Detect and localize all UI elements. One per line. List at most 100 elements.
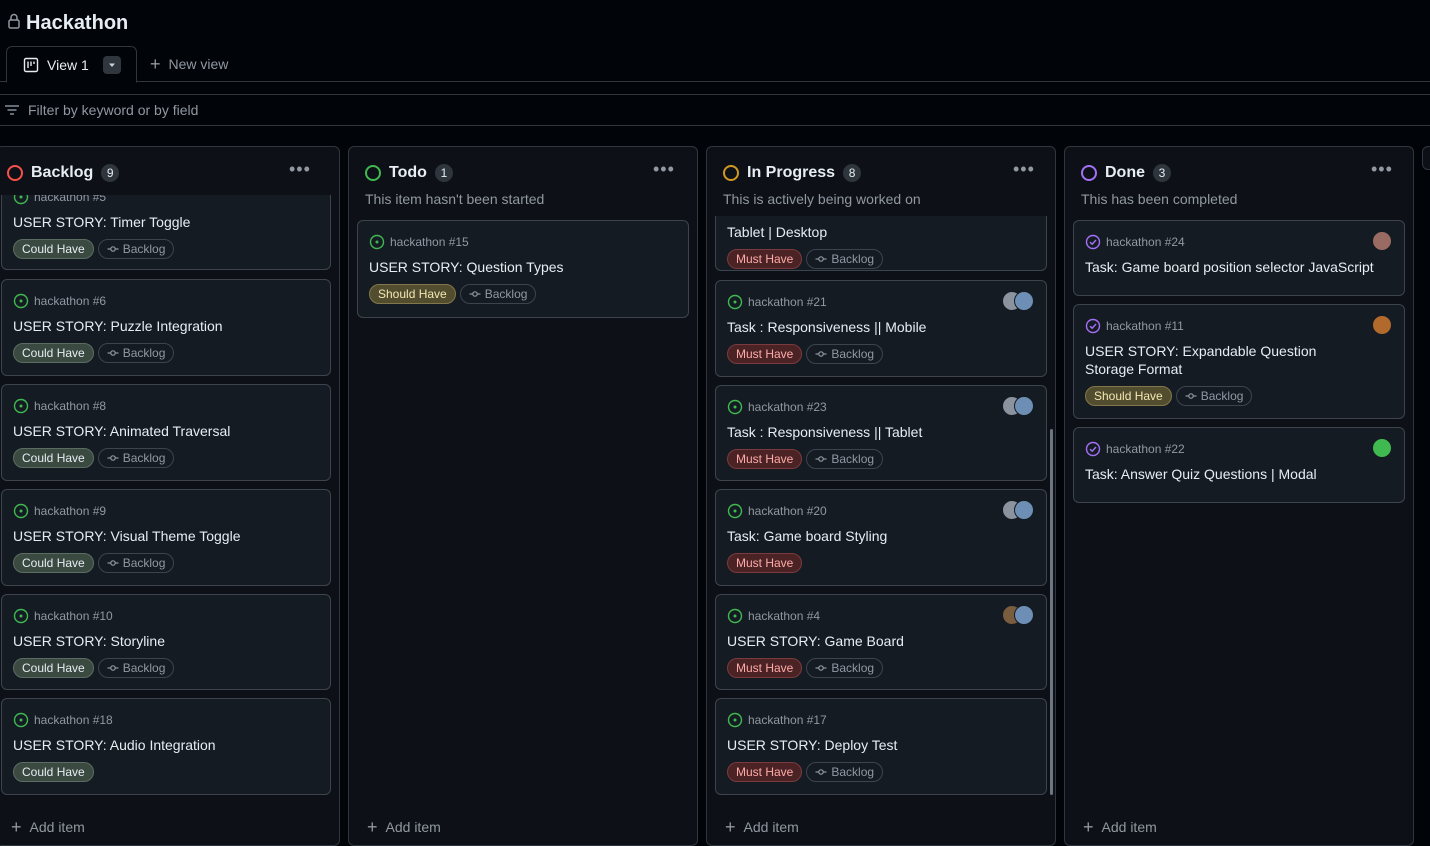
column-count: 1 xyxy=(434,164,453,182)
card-title[interactable]: Task : Responsiveness || Tablet xyxy=(727,423,1006,441)
card-ref: hackathon #9 xyxy=(34,504,107,518)
card-title[interactable]: Task : Responsiveness || Mobile xyxy=(727,318,1006,336)
card-title[interactable]: USER STORY: Puzzle Integration xyxy=(13,317,290,335)
column-todo: Todo 1 ••• This item hasn't been started… xyxy=(348,146,698,846)
open-issue-icon xyxy=(13,503,29,519)
card-item[interactable]: hackathon #18 USER STORY: Audio Integrat… xyxy=(1,698,331,795)
open-issue-icon xyxy=(13,293,29,309)
card-item[interactable]: hackathon #23 Task : Responsiveness || T… xyxy=(715,385,1047,481)
card-item[interactable]: hackathon #10 USER STORY: Storyline Coul… xyxy=(1,594,331,690)
card-title[interactable]: Task: Game board Styling xyxy=(727,527,1006,545)
card-title[interactable]: USER STORY: Deploy Test xyxy=(727,736,1006,754)
closed-issue-icon xyxy=(1085,234,1101,250)
column-menu-button[interactable]: ••• xyxy=(289,159,311,180)
column-description: This is actively being worked on xyxy=(723,191,921,207)
card-item[interactable]: hackathon #6 USER STORY: Puzzle Integrat… xyxy=(1,279,331,376)
card-title[interactable]: USER STORY: Game Board xyxy=(727,632,1006,650)
card-title[interactable]: Tablet | Desktop xyxy=(727,223,1006,241)
iteration-icon xyxy=(815,351,827,357)
avatar xyxy=(1372,231,1392,251)
card-item[interactable]: hackathon #5 USER STORY: Timer Toggle Co… xyxy=(1,195,331,270)
open-issue-icon xyxy=(13,712,29,728)
card-item[interactable]: hackathon #20 Task: Game board Styling M… xyxy=(715,489,1047,586)
card-title[interactable]: USER STORY: Question Types xyxy=(369,258,648,276)
open-issue-icon xyxy=(727,712,743,728)
card-labels: Could Have xyxy=(13,762,94,782)
priority-label: Could Have xyxy=(13,553,94,573)
card-title[interactable]: USER STORY: Visual Theme Toggle xyxy=(13,527,290,545)
card-meta: hackathon #11 xyxy=(1085,318,1184,334)
card-ref: hackathon #24 xyxy=(1106,235,1185,249)
card-item[interactable]: hackathon #9 USER STORY: Visual Theme To… xyxy=(1,489,331,586)
add-item-button[interactable]: + Add item xyxy=(725,818,799,836)
card-item[interactable]: hackathon #17 USER STORY: Deploy Test Mu… xyxy=(715,698,1047,795)
add-item-label: Add item xyxy=(1101,819,1157,835)
column-menu-button[interactable]: ••• xyxy=(1371,159,1393,180)
avatar xyxy=(1014,500,1034,520)
filter-placeholder: Filter by keyword or by field xyxy=(28,102,199,118)
column-cards: hackathon #24 Task: Game board position … xyxy=(1073,220,1405,800)
column-menu-button[interactable]: ••• xyxy=(1013,159,1035,180)
card-meta: hackathon #15 xyxy=(369,234,469,250)
card-labels: Could Have Backlog xyxy=(13,448,175,468)
iteration-icon xyxy=(107,350,119,356)
iteration-text: Backlog xyxy=(1200,389,1244,403)
card-title[interactable]: USER STORY: Animated Traversal xyxy=(13,422,290,440)
filter-input[interactable]: Filter by keyword or by field xyxy=(0,94,1430,126)
card-title[interactable]: Task: Answer Quiz Questions | Modal xyxy=(1085,465,1364,483)
column-name: In Progress xyxy=(747,164,836,181)
assignee-avatars[interactable] xyxy=(1002,291,1034,311)
card-meta: hackathon #8 xyxy=(13,398,106,414)
iteration-icon xyxy=(815,456,827,462)
card-item[interactable]: hackathon #4 USER STORY: Game Board Must… xyxy=(715,594,1047,690)
card-item[interactable]: hackathon #22 Task: Answer Quiz Question… xyxy=(1073,427,1405,503)
card-ref: hackathon #8 xyxy=(34,399,107,413)
assignee-avatars[interactable] xyxy=(1372,438,1392,458)
card-item[interactable]: hackathon #21 Task : Responsiveness || M… xyxy=(715,280,1047,377)
assignee-avatars[interactable] xyxy=(1002,396,1034,416)
status-circle-icon xyxy=(365,165,381,181)
new-view-button[interactable]: + New view xyxy=(150,55,228,73)
priority-label: Could Have xyxy=(13,239,94,259)
card-meta: hackathon #17 xyxy=(727,712,827,728)
lock-icon xyxy=(8,13,20,29)
card-labels: Must Have Backlog xyxy=(727,658,884,678)
plus-icon: + xyxy=(1083,817,1094,837)
column-backlog: Backlog 9 ••• hackathon #5 USER STORY: T… xyxy=(0,146,340,846)
priority-label: Could Have xyxy=(13,343,94,363)
iteration-text: Backlog xyxy=(122,556,166,570)
card-item[interactable]: hackathon #8 USER STORY: Animated Traver… xyxy=(1,384,331,481)
card-meta: hackathon #6 xyxy=(13,293,106,309)
card-ref: hackathon #5 xyxy=(34,195,107,204)
card-item[interactable]: hackathon #11 USER STORY: Expandable Que… xyxy=(1073,304,1405,419)
assignee-avatars[interactable] xyxy=(1372,315,1392,335)
column-menu-button[interactable]: ••• xyxy=(653,159,675,180)
card-title[interactable]: USER STORY: Timer Toggle xyxy=(13,213,290,231)
iteration-icon xyxy=(107,246,119,252)
view-options-button[interactable] xyxy=(102,55,121,74)
iteration-text: Backlog xyxy=(831,765,875,779)
card-item[interactable]: Tablet | Desktop Must Have Backlog xyxy=(715,216,1047,271)
card-title[interactable]: USER STORY: Storyline xyxy=(13,632,290,650)
tab-view-1[interactable]: View 1 xyxy=(6,46,137,83)
add-item-button[interactable]: + Add item xyxy=(367,818,441,836)
column-scrollbar[interactable] xyxy=(1050,429,1053,795)
card-item[interactable]: hackathon #24 Task: Game board position … xyxy=(1073,220,1405,296)
closed-issue-icon xyxy=(1085,441,1101,457)
card-title[interactable]: USER STORY: Audio Integration xyxy=(13,736,290,754)
avatar xyxy=(1372,315,1392,335)
card-title[interactable]: Task: Game board position selector JavaS… xyxy=(1085,258,1384,276)
card-labels: Must Have Backlog xyxy=(727,249,884,269)
assignee-avatars[interactable] xyxy=(1002,605,1034,625)
add-item-button[interactable]: + Add item xyxy=(1083,817,1157,837)
card-title[interactable]: USER STORY: Expandable Question Storage … xyxy=(1085,342,1364,378)
add-item-button[interactable]: + Add item xyxy=(11,818,85,836)
card-labels: Should Have Backlog xyxy=(369,284,537,304)
iteration-text: Backlog xyxy=(122,451,166,465)
assignee-avatars[interactable] xyxy=(1372,231,1392,251)
iteration-label: Backlog xyxy=(1175,386,1253,406)
card-ref: hackathon #6 xyxy=(34,294,107,308)
iteration-label: Backlog xyxy=(806,762,884,782)
card-item[interactable]: hackathon #15 USER STORY: Question Types… xyxy=(357,220,689,318)
assignee-avatars[interactable] xyxy=(1002,500,1034,520)
